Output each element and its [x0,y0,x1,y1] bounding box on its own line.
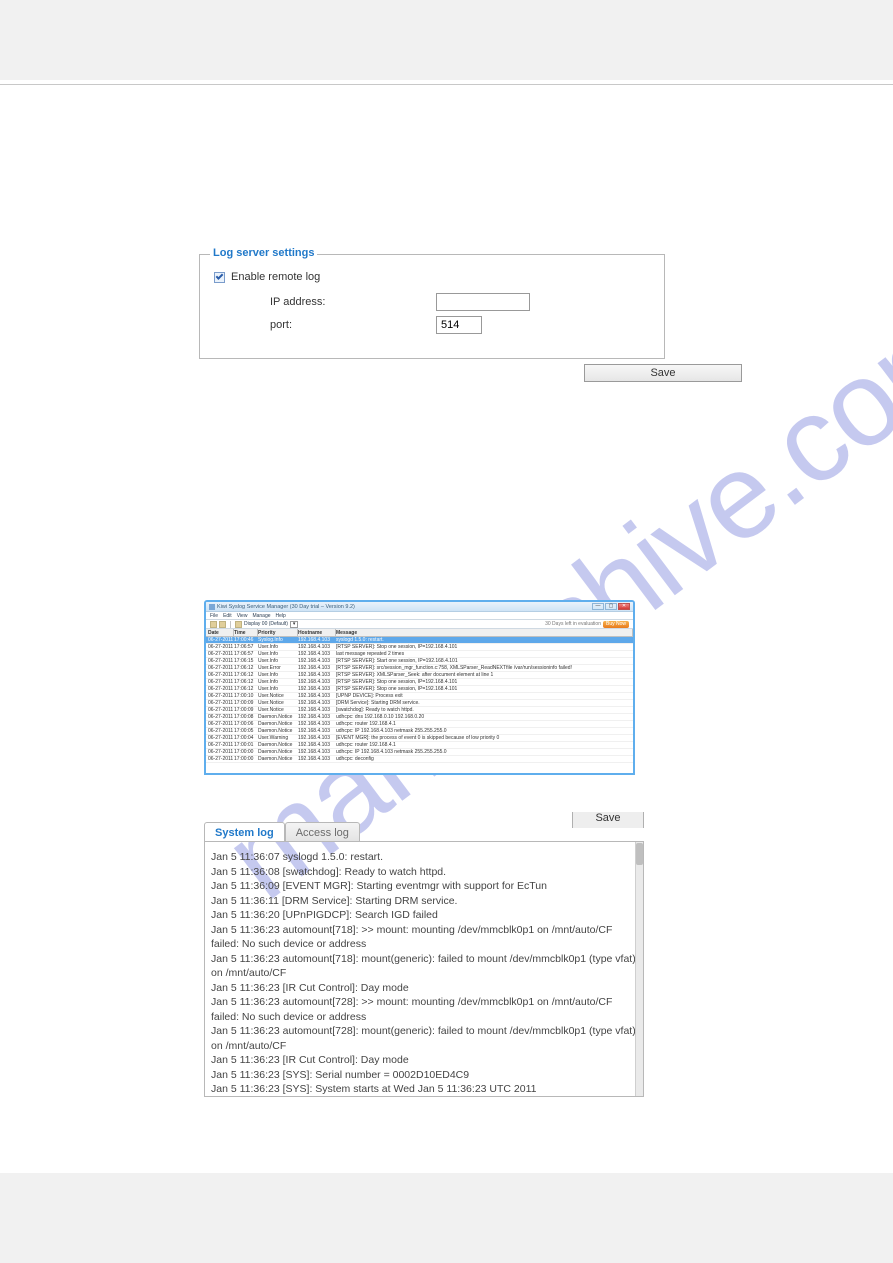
log-output-box: Jan 5 11:36:07 syslogd 1.5.0: restart.Ja… [204,841,644,1097]
display-dropdown-arrow[interactable]: ▾ [290,621,299,628]
table-row[interactable]: 06-27-201117:00:10User.Notice192.168.4.1… [206,693,633,700]
minimize-button[interactable]: — [592,603,604,610]
grid-header-row: Date Time Priority Hostname Message [206,629,633,637]
log-line: Jan 5 11:36:23 [SYS]: System starts at W… [211,1082,637,1097]
table-row[interactable]: 06-27-201117:06:57User.Info192.168.4.103… [206,644,633,651]
table-row[interactable]: 06-27-201117:06:12User.Error192.168.4.10… [206,665,633,672]
col-header-priority[interactable]: Priority [258,629,298,636]
table-row[interactable]: 06-27-201117:00:08Daemon.Notice192.168.4… [206,714,633,721]
table-row[interactable]: 06-27-201117:00:06Daemon.Notice192.168.4… [206,721,633,728]
page-footer-band [0,1173,893,1263]
ip-address-label: IP address: [270,296,436,308]
close-button[interactable]: ✕ [618,603,630,610]
page-header-band [0,0,893,80]
syslog-app-window: Kiwi Syslog Service Manager (30 Day tria… [204,600,635,775]
app-menubar: File Edit View Manage Help [206,612,633,620]
maximize-button[interactable]: ▢ [605,603,617,610]
log-line: Jan 5 11:36:23 automount[718]: mount(gen… [211,952,637,981]
buy-now-button[interactable]: Buy Now [603,621,629,628]
menu-manage[interactable]: Manage [252,613,270,619]
tab-access-log[interactable]: Access log [285,822,360,842]
log-line: Jan 5 11:36:23 automount[728]: mount(gen… [211,1024,637,1053]
menu-file[interactable]: File [210,613,218,619]
save-button[interactable]: Save [584,364,742,382]
toolbar-icon[interactable] [235,621,242,628]
table-row[interactable]: 06-27-201117:06:12User.Info192.168.4.103… [206,672,633,679]
table-row[interactable]: 06-27-201117:00:05Daemon.Notice192.168.4… [206,728,633,735]
enable-remote-log-label: Enable remote log [231,271,320,283]
table-row[interactable]: 06-27-201117:06:15User.Info192.168.4.103… [206,658,633,665]
log-line: Jan 5 11:36:23 [SYS]: Serial number = 00… [211,1068,637,1083]
table-row[interactable]: 06-27-201117:06:57User.Info192.168.4.103… [206,651,633,658]
log-line: Jan 5 11:36:09 [EVENT MGR]: Starting eve… [211,879,637,894]
log-server-settings-group: Log server settings Enable remote log IP… [199,254,665,359]
toolbar-icon[interactable] [219,621,226,628]
app-icon [209,604,215,610]
eval-label: 30 Days left in evaluation [545,621,601,627]
fieldset-legend: Log server settings [210,247,317,259]
display-dropdown[interactable]: Display 00 (Default) [244,621,288,627]
save-button[interactable]: Save [572,812,644,828]
menu-edit[interactable]: Edit [223,613,232,619]
port-input[interactable] [436,316,482,334]
log-line: Jan 5 11:36:08 [swatchdog]: Ready to wat… [211,865,637,880]
table-row[interactable]: 06-27-201117:00:00Daemon.Notice192.168.4… [206,756,633,763]
log-line: Jan 5 11:36:07 syslogd 1.5.0: restart. [211,850,637,865]
table-row[interactable]: 06-27-201117:06:12User.Info192.168.4.103… [206,679,633,686]
table-row[interactable]: 06-27-201117:00:46Syslog.Info192.168.4.1… [206,637,633,644]
col-header-hostname[interactable]: Hostname [298,629,336,636]
port-label: port: [270,319,436,331]
col-header-time[interactable]: Time [234,629,258,636]
menu-view[interactable]: View [237,613,248,619]
table-row[interactable]: 06-27-201117:06:12User.Info192.168.4.103… [206,686,633,693]
log-line: Jan 5 11:36:23 [IR Cut Control]: Day mod… [211,981,637,996]
log-line: Jan 5 11:36:23 automount[728]: >> mount:… [211,995,637,1024]
divider [0,84,893,85]
log-line: Jan 5 11:36:23 [IR Cut Control]: Day mod… [211,1053,637,1068]
table-row[interactable]: 06-27-201117:00:04User.Warning192.168.4.… [206,735,633,742]
table-row[interactable]: 06-27-201117:00:01Daemon.Notice192.168.4… [206,742,633,749]
enable-remote-log-checkbox[interactable] [214,272,225,283]
log-line: Jan 5 11:36:11 [DRM Service]: Starting D… [211,894,637,909]
grid-body: 06-27-201117:00:46Syslog.Info192.168.4.1… [206,637,633,763]
table-row[interactable]: 06-27-201117:00:09User.Notice192.168.4.1… [206,700,633,707]
col-header-date[interactable]: Date [206,629,234,636]
scrollbar[interactable] [635,841,644,1097]
menu-help[interactable]: Help [276,613,286,619]
scroll-thumb[interactable] [636,843,643,865]
app-toolbar: Display 00 (Default) ▾ 30 Days left in e… [206,620,633,629]
log-line: Jan 5 11:36:23 automount[718]: >> mount:… [211,923,637,952]
toolbar-icon[interactable] [210,621,217,628]
app-titlebar: Kiwi Syslog Service Manager (30 Day tria… [206,602,633,612]
table-row[interactable]: 06-27-201117:00:09User.Notice192.168.4.1… [206,707,633,714]
ip-address-input[interactable] [436,293,530,311]
log-line: Jan 5 11:36:20 [UPnPIGDCP]: Search IGD f… [211,908,637,923]
app-title: Kiwi Syslog Service Manager (30 Day tria… [217,604,355,610]
tab-system-log[interactable]: System log [204,822,285,842]
col-header-message[interactable]: Message [336,629,633,636]
table-row[interactable]: 06-27-201117:00:00Daemon.Notice192.168.4… [206,749,633,756]
